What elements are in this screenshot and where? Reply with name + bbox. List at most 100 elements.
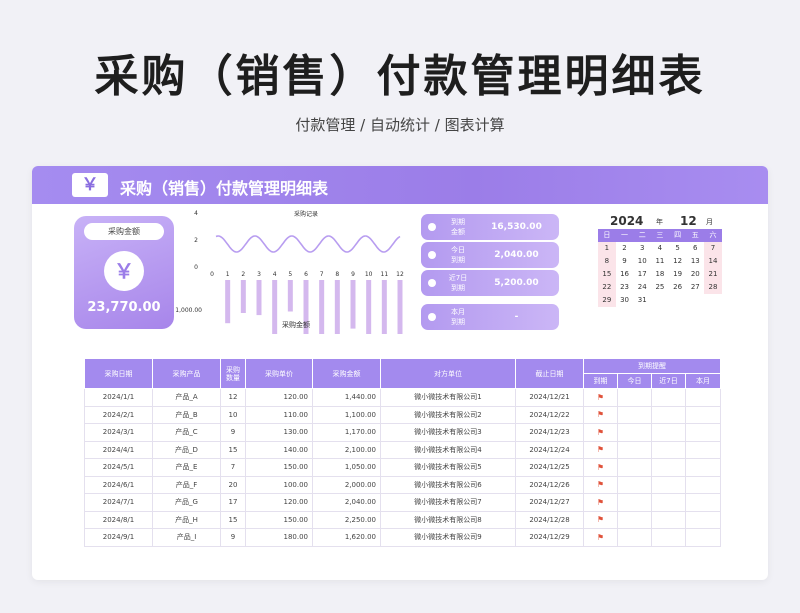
cell-week xyxy=(651,458,686,477)
cell-week xyxy=(651,475,686,494)
calendar-day[interactable]: 13 xyxy=(686,255,704,268)
table-row[interactable]: 2024/3/1 产品_C 9 130.00 1,170.00 微小微技术有限公司3 202… xyxy=(84,423,721,442)
calendar-day[interactable]: 29 xyxy=(598,294,616,307)
calendar-day[interactable]: 1 xyxy=(598,242,616,255)
calendar-day[interactable]: 20 xyxy=(686,268,704,281)
cell-week xyxy=(651,388,686,407)
table-row[interactable]: 2024/7/1 产品_G 17 120.00 2,040.00 微小微技术有限公司7 20… xyxy=(84,493,721,512)
col-product: 采购产品 xyxy=(152,358,221,389)
flag-icon: ⚑ xyxy=(596,497,605,507)
cell-today xyxy=(617,423,652,442)
calendar-day[interactable]: 5 xyxy=(669,242,687,255)
col-date: 采购日期 xyxy=(84,358,153,389)
dot-icon xyxy=(428,251,436,259)
calendar-day[interactable]: 23 xyxy=(616,281,634,294)
x-tick-label: 7 xyxy=(320,271,324,278)
stat-label: 今日 到期 xyxy=(443,245,473,265)
calendar-day[interactable]: 21 xyxy=(704,268,722,281)
dot-icon xyxy=(428,313,436,321)
table-row[interactable]: 2024/1/1 产品_A 12 120.00 1,440.00 微小微技术有限公司1 20… xyxy=(84,388,721,407)
calendar-day[interactable]: 14 xyxy=(704,255,722,268)
table-row[interactable]: 2024/5/1 产品_E 7 150.00 1,050.00 微小微技术有限公司5 202… xyxy=(84,458,721,477)
flag-icon: ⚑ xyxy=(596,462,605,472)
stat-value: 5,200.00 xyxy=(494,278,539,288)
calendar-day[interactable]: 16 xyxy=(616,268,634,281)
x-tick-label: 11 xyxy=(381,271,389,278)
calendar-day[interactable]: 27 xyxy=(686,281,704,294)
calendar-day[interactable]: 19 xyxy=(669,268,687,281)
cell-date: 2024/9/1 xyxy=(84,528,153,547)
table-row[interactable]: 2024/2/1 产品_B 10 110.00 1,100.00 微小微技术有限公司2 20… xyxy=(84,405,721,424)
table-row[interactable]: 2024/4/1 产品_D 15 140.00 2,100.00 微小微技术有限公司4 20… xyxy=(84,440,721,459)
bar-mark xyxy=(397,280,403,369)
stat-label: 本月 到期 xyxy=(443,307,473,327)
table-row[interactable]: 2024/8/1 产品_H 15 150.00 2,250.00 微小微技术有限公司8 20… xyxy=(84,510,721,529)
calendar-day[interactable]: 10 xyxy=(633,255,651,268)
col-price: 采购单价 xyxy=(245,358,313,389)
calendar-day[interactable]: 4 xyxy=(651,242,669,255)
calendar-day[interactable]: 24 xyxy=(633,281,651,294)
calendar-day[interactable]: 11 xyxy=(651,255,669,268)
col-today: 今日 xyxy=(617,373,652,389)
col-reminder: 到期提醒 xyxy=(583,358,721,374)
cell-price: 130.00 xyxy=(245,423,313,442)
cell-month xyxy=(685,423,721,442)
amount-value: 23,770.00 xyxy=(87,300,161,315)
calendar-day[interactable]: 26 xyxy=(669,281,687,294)
col-qty: 采购 数量 xyxy=(220,358,246,389)
cell-today xyxy=(617,405,652,424)
flag-icon: ⚑ xyxy=(596,532,605,542)
cell-price: 100.00 xyxy=(245,475,313,494)
cell-month xyxy=(685,440,721,459)
table-row[interactable]: 2024/9/1 产品_I 9 180.00 1,620.00 微小微技术有限公司9 202… xyxy=(84,528,721,547)
yen-circle-icon: ￥ xyxy=(104,251,144,291)
calendar-day[interactable]: 15 xyxy=(598,268,616,281)
calendar-day[interactable]: 30 xyxy=(616,294,634,307)
calendar-weekday: 二 xyxy=(633,229,652,242)
calendar-day[interactable]: 12 xyxy=(669,255,687,268)
calendar-day[interactable]: 9 xyxy=(616,255,634,268)
flag-icon: ⚑ xyxy=(596,480,605,490)
page-title: 采购（销售）付款管理明细表 xyxy=(94,51,706,102)
cell-product: 产品_H xyxy=(152,510,221,529)
cell-party: 微小微技术有限公司5 xyxy=(380,458,516,477)
stat-label-line1: 本月 xyxy=(451,308,465,316)
calendar-day[interactable]: 6 xyxy=(686,242,704,255)
col-qty-line1: 采购 xyxy=(226,365,240,374)
bar-mark xyxy=(350,280,356,329)
cell-party: 微小微技术有限公司3 xyxy=(380,423,516,442)
calendar-day[interactable]: 22 xyxy=(598,281,616,294)
x-tick-label: 2 xyxy=(241,271,245,278)
stat-label: 近7日 到期 xyxy=(443,273,473,293)
calendar-day[interactable]: 3 xyxy=(633,242,651,255)
x-tick-label: 6 xyxy=(304,271,308,278)
stat-box: 到期 金额 16,530.00 xyxy=(421,214,559,240)
calendar-day[interactable]: 17 xyxy=(633,268,651,281)
cell-amount: 1,620.00 xyxy=(312,528,381,547)
stat-label-line2: 金额 xyxy=(451,228,465,236)
cell-week xyxy=(651,423,686,442)
cell-amount: 2,040.00 xyxy=(312,493,381,512)
calendar-day[interactable]: 7 xyxy=(704,242,722,255)
calendar-day[interactable]: 8 xyxy=(598,255,616,268)
cell-qty: 10 xyxy=(220,405,246,424)
table-row[interactable]: 2024/6/1 产品_F 20 100.00 2,000.00 微小微技术有限公司6 20… xyxy=(84,475,721,494)
calendar-day[interactable]: 28 xyxy=(704,281,722,294)
x-tick-label: 10 xyxy=(365,271,373,278)
cell-date: 2024/6/1 xyxy=(84,475,153,494)
calendar-day[interactable]: 2 xyxy=(616,242,634,255)
cell-due: ⚑ xyxy=(583,405,618,424)
calendar-day[interactable]: 31 xyxy=(633,294,651,307)
calendar-day[interactable]: 18 xyxy=(651,268,669,281)
cell-due: ⚑ xyxy=(583,510,618,529)
cell-deadline: 2024/12/22 xyxy=(515,405,584,424)
flag-icon: ⚑ xyxy=(596,445,605,455)
cell-deadline: 2024/12/28 xyxy=(515,510,584,529)
cell-product: 产品_B xyxy=(152,405,221,424)
calendar-day[interactable]: 25 xyxy=(651,281,669,294)
cell-due: ⚑ xyxy=(583,388,618,407)
col-due: 到期 xyxy=(583,373,618,389)
bar-mark xyxy=(287,280,293,312)
stat-label-line2: 到期 xyxy=(451,284,465,292)
cell-product: 产品_E xyxy=(152,458,221,477)
